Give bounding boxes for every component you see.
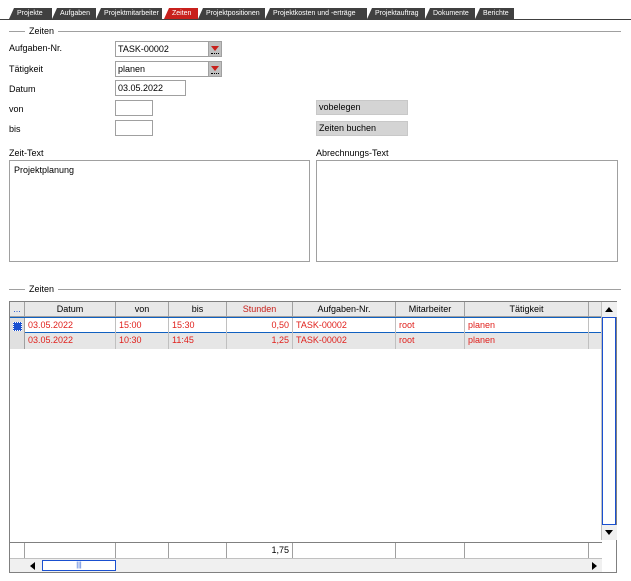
vorbelegen-button[interactable]: vobelegen: [316, 100, 408, 115]
tab-berichte[interactable]: Berichte: [475, 8, 514, 19]
footer-cell: [10, 543, 25, 558]
vorbelegen-label: vobelegen: [319, 102, 361, 112]
table-row[interactable]: 03.05.2022 10:30 11:45 1,25 TASK-00002 r…: [10, 333, 602, 349]
footer-total-stunden: 1,75: [227, 543, 293, 558]
header-datum[interactable]: Datum: [25, 302, 116, 317]
zeit-text-value: Projektplanung: [14, 165, 75, 175]
tab-aufgaben[interactable]: Aufgaben: [52, 8, 96, 19]
cell-von[interactable]: 10:30: [116, 333, 169, 349]
header-stunden[interactable]: Stunden: [227, 302, 293, 317]
zeiten-buchen-button[interactable]: Zeiten buchen: [316, 121, 408, 136]
tab-strip: Projekte Aufgaben Projektmitarbeiter Zei…: [0, 0, 631, 20]
vertical-scrollbar[interactable]: [601, 302, 617, 540]
grid-group-title: Zeiten: [25, 284, 59, 295]
von-field[interactable]: [115, 100, 153, 116]
cell-von[interactable]: 15:00: [116, 318, 169, 334]
zeiten-buchen-label: Zeiten buchen: [319, 123, 377, 133]
cell-bis[interactable]: 15:30: [169, 318, 227, 334]
zeiten-grid-group: Zeiten: [9, 284, 621, 295]
cell-taetigkeit[interactable]: planen: [465, 318, 589, 334]
horizontal-scroll-thumb[interactable]: |||: [42, 560, 116, 571]
header-bis[interactable]: bis: [169, 302, 227, 317]
aufgaben-select[interactable]: TASK-00002: [115, 41, 222, 57]
footer-cell: [116, 543, 169, 558]
tab-projekte[interactable]: Projekte: [9, 8, 52, 19]
datum-field[interactable]: 03.05.2022: [115, 80, 186, 96]
cell-taetigkeit[interactable]: planen: [465, 333, 589, 349]
cell-stunden[interactable]: 1,25: [227, 333, 293, 349]
bis-label: bis: [9, 124, 21, 134]
table-header: ... Datum von bis Stunden Aufgaben-Nr. M…: [10, 302, 602, 317]
cell-bis[interactable]: 11:45: [169, 333, 227, 349]
taetigkeit-dropdown-icon[interactable]: [208, 62, 221, 76]
abrechnungs-text-label: Abrechnungs-Text: [316, 148, 389, 158]
datum-value: 03.05.2022: [118, 83, 164, 93]
cell-stunden[interactable]: 0,50: [227, 318, 293, 334]
cell-aufgabe[interactable]: TASK-00002: [293, 333, 396, 349]
aufgaben-value: TASK-00002: [118, 44, 169, 54]
header-von[interactable]: von: [116, 302, 169, 317]
row-selector[interactable]: [10, 333, 25, 349]
header-aufgaben[interactable]: Aufgaben-Nr.: [293, 302, 396, 317]
cell-mitarbeiter[interactable]: root: [396, 333, 465, 349]
form-group-title: Zeiten: [25, 26, 59, 37]
tab-projektmitarbeiter[interactable]: Projektmitarbeiter: [96, 8, 162, 19]
row-selector-icon[interactable]: [10, 318, 25, 334]
vertical-scroll-thumb[interactable]: [602, 317, 616, 525]
taetigkeit-label: Tätigkeit: [9, 64, 44, 74]
zeiten-table: ... Datum von bis Stunden Aufgaben-Nr. M…: [9, 301, 617, 573]
scroll-up-icon[interactable]: [602, 302, 617, 317]
datum-label: Datum: [9, 84, 36, 94]
table-row[interactable]: 03.05.2022 15:00 15:30 0,50 TASK-00002 r…: [10, 317, 602, 334]
aufgaben-dropdown-icon[interactable]: [208, 42, 221, 56]
aufgaben-label: Aufgaben-Nr.: [9, 43, 63, 53]
footer-cell: [396, 543, 465, 558]
scroll-left-icon[interactable]: [25, 559, 40, 572]
tab-projektpositionen[interactable]: Projektpositionen: [198, 8, 265, 19]
taetigkeit-select[interactable]: planen: [115, 61, 222, 77]
cell-aufgabe[interactable]: TASK-00002: [293, 318, 396, 334]
footer-cell: [169, 543, 227, 558]
abrechnungs-text-area[interactable]: [316, 160, 618, 262]
header-mitarbeiter[interactable]: Mitarbeiter: [396, 302, 465, 317]
footer-cell: [465, 543, 589, 558]
tab-dokumente[interactable]: Dokumente: [425, 8, 475, 19]
bis-field[interactable]: [115, 120, 153, 136]
header-corner[interactable]: ...: [10, 302, 25, 317]
scroll-down-icon[interactable]: [602, 525, 617, 540]
cell-datum[interactable]: 03.05.2022: [25, 333, 116, 349]
taetigkeit-value: planen: [118, 64, 146, 74]
horizontal-scrollbar[interactable]: |||: [10, 558, 602, 572]
header-taetigkeit[interactable]: Tätigkeit: [465, 302, 589, 317]
zeit-text-area[interactable]: Projektplanung: [9, 160, 310, 262]
scroll-right-icon[interactable]: [587, 559, 602, 572]
footer-cell: [293, 543, 396, 558]
zeit-text-label: Zeit-Text: [9, 148, 44, 158]
tab-zeiten[interactable]: Zeiten: [164, 8, 198, 19]
tab-divider: [0, 19, 631, 20]
tab-projektkosten[interactable]: Projektkosten und -erträge: [265, 8, 367, 19]
tab-projektauftrag[interactable]: Projektauftrag: [367, 8, 425, 19]
footer-cell: [25, 543, 116, 558]
cell-mitarbeiter[interactable]: root: [396, 318, 465, 334]
von-label: von: [9, 104, 24, 114]
table-footer: 1,75: [10, 542, 602, 558]
cell-datum[interactable]: 03.05.2022: [25, 318, 116, 334]
